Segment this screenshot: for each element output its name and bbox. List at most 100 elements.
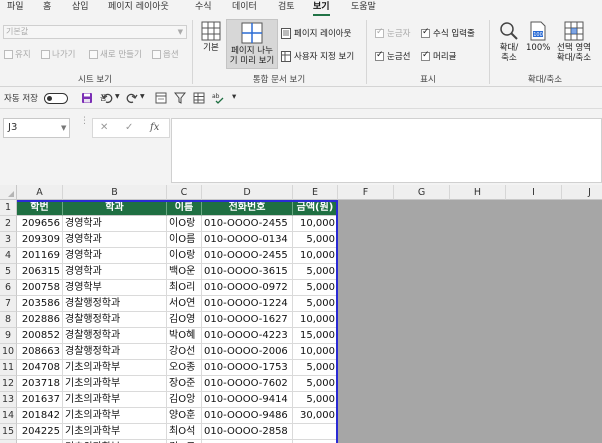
customize-qat-icon[interactable]: ▾ (232, 92, 236, 102)
table-cell[interactable]: 경찰행정학과 (63, 328, 167, 344)
row-header-6[interactable]: 6 (0, 280, 17, 296)
redo-icon[interactable] (126, 92, 138, 104)
normal-view-button[interactable]: 기본 (198, 21, 224, 65)
tab-help[interactable]: 도움말 (351, 1, 376, 16)
formula-input[interactable] (171, 118, 602, 183)
table-cell[interactable]: 209656 (17, 216, 63, 232)
table-cell[interactable]: 010-OOOO-9486 (202, 408, 293, 424)
non-print-area[interactable] (338, 200, 602, 443)
table-header-cell[interactable]: 이름 (167, 200, 202, 216)
headings-checkbox[interactable]: 머리글 (421, 50, 456, 62)
table-cell[interactable]: 경찰행정학과 (63, 344, 167, 360)
table-cell[interactable]: 최O석 (167, 424, 202, 440)
table-cell[interactable]: 203586 (17, 296, 63, 312)
tab-insert[interactable]: 삽입 (72, 1, 89, 16)
redo-dropdown-icon[interactable]: ▼ (140, 93, 145, 100)
name-box[interactable]: J3 (3, 118, 70, 138)
table-cell[interactable]: 10,000 (293, 248, 338, 264)
table-cell[interactable]: 202886 (17, 312, 63, 328)
table-cell[interactable]: 010-OOOO-0972 (202, 280, 293, 296)
table-cell[interactable]: 기초의과학부 (63, 376, 167, 392)
tab-view[interactable]: 보기 (313, 1, 330, 16)
table-cell[interactable]: 010-OOOO-2455 (202, 216, 293, 232)
new-view-button[interactable]: 새로 만들기 (89, 48, 142, 60)
table-header-cell[interactable]: 학번 (17, 200, 63, 216)
table-cell[interactable]: 204225 (17, 424, 63, 440)
table-cell[interactable]: 201637 (17, 392, 63, 408)
table-cell[interactable] (293, 424, 338, 440)
table-cell[interactable]: 010-OOOO-2455 (202, 248, 293, 264)
table-cell[interactable]: 201842 (17, 408, 63, 424)
table-cell[interactable]: 010-OOOO-9414 (202, 392, 293, 408)
cancel-icon[interactable]: ✕ (100, 122, 108, 133)
table-cell[interactable]: 10,000 (293, 312, 338, 328)
table-cell[interactable]: 204708 (17, 360, 63, 376)
tab-review[interactable]: 검토 (278, 1, 295, 16)
page-break-line[interactable] (17, 200, 338, 202)
row-header-5[interactable]: 5 (0, 264, 17, 280)
ruler-checkbox[interactable]: 눈금자 (375, 27, 410, 39)
table-header-cell[interactable]: 학과 (63, 200, 167, 216)
tab-file[interactable]: 파일 (7, 1, 24, 16)
row-header-13[interactable]: 13 (0, 392, 17, 408)
table-cell[interactable]: 010-OOOO-1753 (202, 360, 293, 376)
tab-formulas[interactable]: 수식 (195, 1, 212, 16)
drag-handle-icon[interactable]: ⋮ (80, 117, 89, 126)
page-break-line[interactable] (336, 200, 338, 443)
table-cell[interactable]: 5,000 (293, 232, 338, 248)
select-all-corner[interactable] (0, 185, 17, 200)
table-cell[interactable]: 강O선 (167, 344, 202, 360)
table-cell[interactable]: 203718 (17, 376, 63, 392)
row-header-9[interactable]: 9 (0, 328, 17, 344)
column-header-b[interactable]: B (63, 185, 167, 200)
custom-views-button[interactable]: 사용자 지정 보기 (281, 50, 354, 62)
table-cell[interactable]: 5,000 (293, 264, 338, 280)
table-cell[interactable]: 5,000 (293, 296, 338, 312)
sheet-view-select[interactable]: 기본값 ▼ (3, 25, 187, 39)
insert-function-icon[interactable]: fx (150, 122, 159, 133)
row-header-1[interactable]: 1 (0, 200, 17, 216)
options-button[interactable]: 옵션 (152, 48, 179, 60)
spreadsheet-grid[interactable]: ABCDEFGHIJ 12345678910111213141516 학번학과이… (0, 185, 602, 443)
column-header-h[interactable]: H (450, 185, 506, 200)
table-cell[interactable]: 경영학과 (63, 264, 167, 280)
table-cell[interactable]: 010-OOOO-1224 (202, 296, 293, 312)
table-cell[interactable]: 기초의과학부 (63, 392, 167, 408)
table-cell[interactable]: 010-OOOO-0134 (202, 232, 293, 248)
table-cell[interactable]: 경찰행정학과 (63, 296, 167, 312)
table-cell[interactable]: 208663 (17, 344, 63, 360)
undo-dropdown-icon[interactable]: ▼ (115, 93, 120, 100)
zoom-100-button[interactable]: 100 100% (526, 21, 550, 53)
table-cell[interactable]: 5,000 (293, 360, 338, 376)
table-cell[interactable]: 010-OOOO-1627 (202, 312, 293, 328)
column-header-i[interactable]: I (506, 185, 562, 200)
filter-icon[interactable] (174, 92, 186, 104)
table-cell[interactable]: 경영학과 (63, 216, 167, 232)
table-cell[interactable]: 5,000 (293, 280, 338, 296)
table-cell[interactable]: 30,000 (293, 408, 338, 424)
row-header-7[interactable]: 7 (0, 296, 17, 312)
column-header-c[interactable]: C (167, 185, 202, 200)
table-cell[interactable]: 이O랑 (167, 216, 202, 232)
table-cell[interactable]: 경영학부 (63, 280, 167, 296)
table-icon[interactable] (193, 92, 205, 104)
table-cell[interactable]: 경영학과 (63, 248, 167, 264)
table-cell[interactable]: 5,000 (293, 376, 338, 392)
page-layout-view-button[interactable]: 페이지 레이아웃 (281, 27, 351, 39)
column-header-g[interactable]: G (394, 185, 450, 200)
table-cell[interactable]: 박O혜 (167, 328, 202, 344)
tab-home[interactable]: 홈 (43, 1, 51, 16)
table-cell[interactable]: 5,000 (293, 392, 338, 408)
table-cell[interactable]: 209309 (17, 232, 63, 248)
table-cell[interactable]: 기초의과학부 (63, 408, 167, 424)
table-cell[interactable]: 200852 (17, 328, 63, 344)
table-cell[interactable]: 기초의과학부 (63, 360, 167, 376)
table-header-cell[interactable]: 금액(원) (293, 200, 338, 216)
table-cell[interactable]: 010-OOOO-3615 (202, 264, 293, 280)
table-cell[interactable]: 10,000 (293, 216, 338, 232)
table-cell[interactable]: 010-OOOO-2858 (202, 424, 293, 440)
row-header-10[interactable]: 10 (0, 344, 17, 360)
table-cell[interactable]: 이O름 (167, 232, 202, 248)
row-header-2[interactable]: 2 (0, 216, 17, 232)
table-cell[interactable]: 15,000 (293, 328, 338, 344)
